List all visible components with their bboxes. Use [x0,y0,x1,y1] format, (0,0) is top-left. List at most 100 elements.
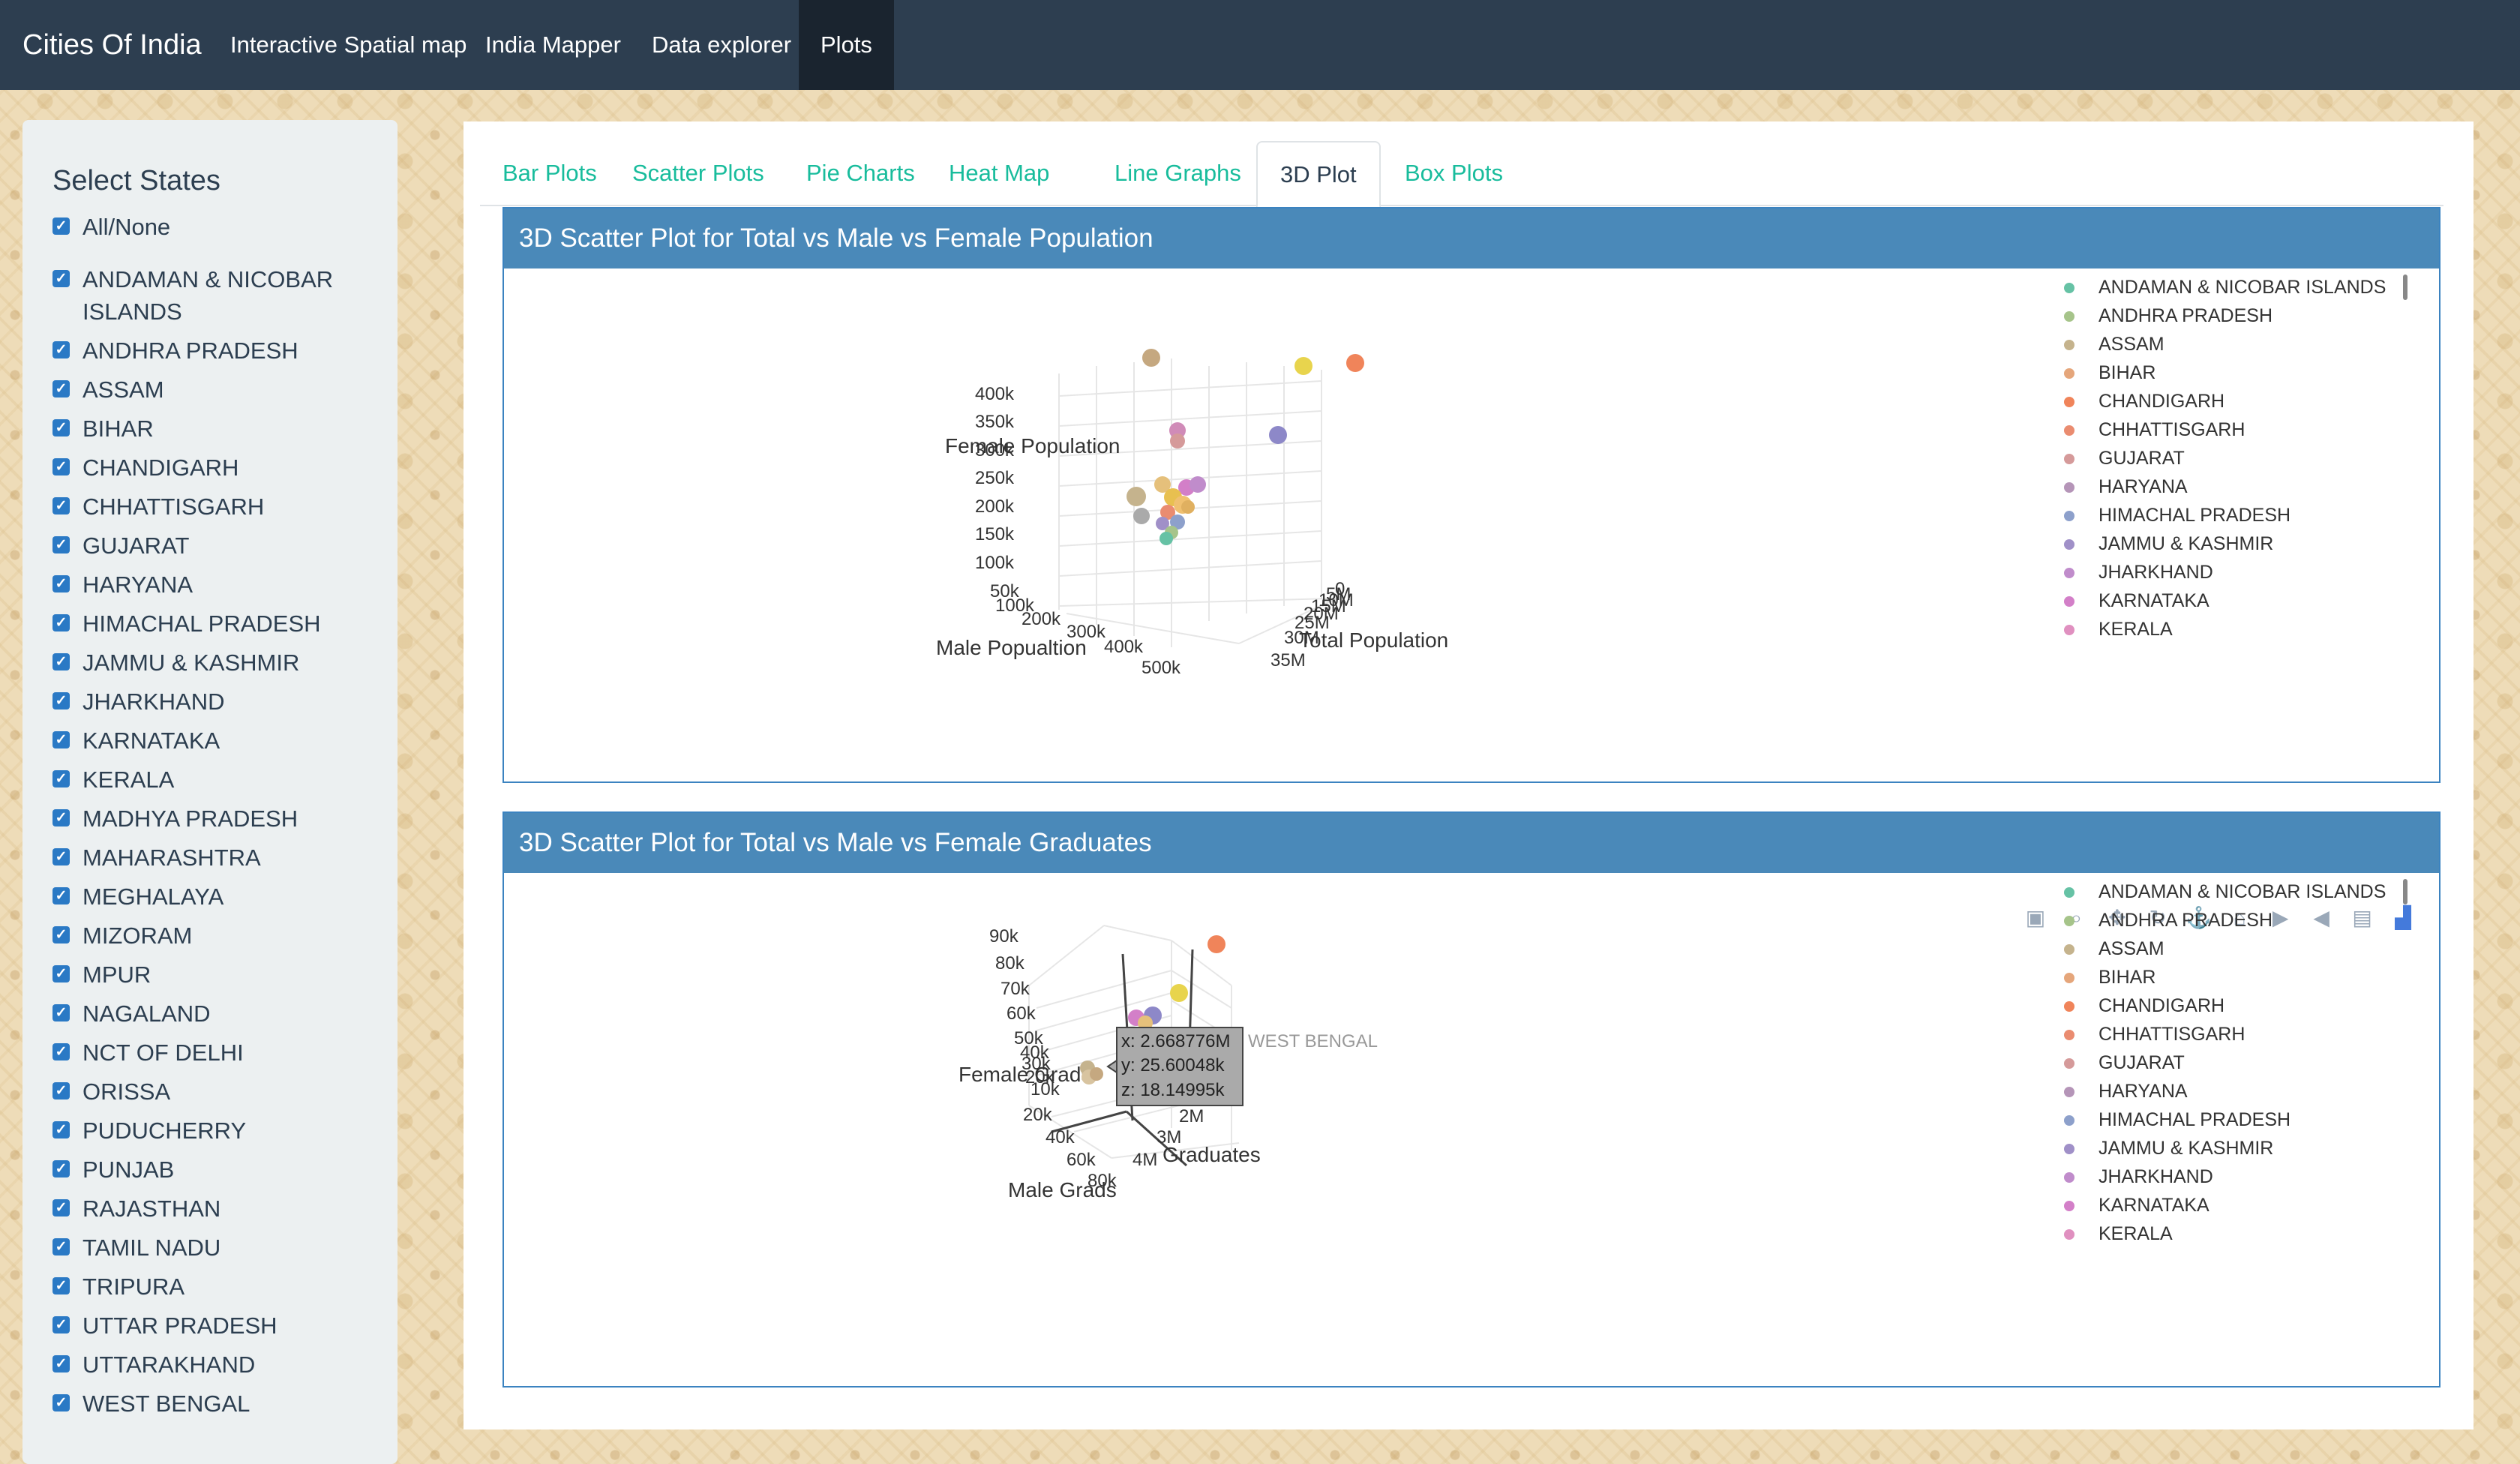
tab-pie-charts[interactable]: Pie Charts [784,141,938,205]
checkbox-state[interactable]: ✓ JHARKHAND [52,686,382,718]
checkmark-icon[interactable]: ✓ [52,1394,70,1412]
data-point[interactable] [1170,434,1185,448]
legend-item[interactable]: JHARKHAND [2064,1162,2213,1191]
tab-3d-plot[interactable]: 3D Plot [1256,141,1381,208]
data-point[interactable] [1160,532,1173,545]
legend-item[interactable]: JHARKHAND [2064,558,2213,586]
legend-item[interactable]: JAMMU & KASHMIR [2064,530,2273,558]
checkbox-state[interactable]: ✓ BIHAR [52,412,382,445]
tab-heat-map[interactable]: Heat Map [926,141,1072,205]
data-point[interactable] [1133,508,1150,524]
checkmark-icon[interactable]: ✓ [52,497,70,514]
checkbox-state[interactable]: ✓ ORISSA [52,1076,382,1108]
checkbox-state[interactable]: ✓ ANDHRA PRADESH [52,334,382,367]
legend-scrollbar[interactable] [2403,879,2408,904]
legend-item[interactable]: CHHATTISGARH [2064,416,2245,444]
checkmark-icon[interactable]: ✓ [52,575,70,592]
data-point[interactable] [1208,935,1226,953]
tab-scatter-plots[interactable]: Scatter Plots [610,141,787,205]
checkbox-state[interactable]: ✓ NCT OF DELHI [52,1036,382,1069]
checkmark-icon[interactable]: ✓ [52,770,70,788]
legend-item[interactable]: ASSAM [2064,934,2164,963]
checkmark-icon[interactable]: ✓ [52,1355,70,1372]
data-point[interactable] [1126,487,1146,506]
legend-item[interactable]: ANDHRA PRADESH [2064,302,2272,330]
checkbox-state[interactable]: ✓ HIMACHAL PRADESH [52,608,382,640]
legend-item[interactable]: ANDAMAN & NICOBAR ISLANDS [2064,878,2386,906]
tab-box-plots[interactable]: Box Plots [1382,141,1526,205]
checkbox-state[interactable]: ✓ ANDAMAN & NICOBAR ISLANDS [52,263,382,328]
legend-item[interactable]: ANDAMAN & NICOBAR ISLANDS [2064,273,2386,302]
checkbox-state[interactable]: ✓ PUDUCHERRY [52,1114,382,1147]
nav-data-explorer[interactable]: Data explorer [630,0,813,90]
checkbox-state[interactable]: ✓ MEGHALAYA [52,880,382,913]
checkbox-state[interactable]: ✓ MIZORAM [52,920,382,952]
checkbox-state[interactable]: ✓ HARYANA [52,568,382,601]
checkmark-icon[interactable]: ✓ [52,1082,70,1100]
checkbox-state[interactable]: ✓ JAMMU & KASHMIR [52,646,382,679]
checkbox-state[interactable]: ✓ TAMIL NADU [52,1232,382,1264]
legend-item[interactable]: HARYANA [2064,472,2188,501]
checkbox-state[interactable]: ✓ KARNATAKA [52,724,382,757]
legend-item[interactable]: ASSAM [2064,330,2164,358]
tab-bar-plots[interactable]: Bar Plots [480,141,620,205]
legend-item[interactable]: GUJARAT [2064,1048,2185,1077]
legend-item[interactable]: CHANDIGARH [2064,992,2224,1020]
checkmark-icon[interactable]: ✓ [52,848,70,866]
data-point[interactable] [1170,984,1188,1002]
checkmark-icon[interactable]: ✓ [52,1277,70,1294]
hover-closest-icon[interactable]: ◀ [2306,903,2336,933]
nav-interactive-spatial-map[interactable]: Interactive Spatial map [208,0,488,90]
checkmark-icon[interactable]: ✓ [52,1043,70,1060]
legend-item[interactable]: HIMACHAL PRADESH [2064,1106,2290,1134]
data-point[interactable] [1142,349,1160,367]
legend-item[interactable]: BIHAR [2064,358,2156,387]
checkmark-icon[interactable]: ✓ [52,270,70,287]
checkbox-state[interactable]: ✓ WEST BENGAL [52,1388,382,1420]
checkmark-icon[interactable]: ✓ [52,380,70,398]
legend-item[interactable]: CHHATTISGARH [2064,1020,2245,1048]
legend-item[interactable]: KERALA [2064,1220,2173,1248]
plotly-logo-icon[interactable]: ▟ [2388,903,2418,933]
legend-item[interactable]: KARNATAKA [2064,586,2210,615]
checkbox-state[interactable]: ✓ MADHYA PRADESH [52,802,382,835]
checkbox-state[interactable]: ✓ ASSAM [52,374,382,406]
checkmark-icon[interactable]: ✓ [52,614,70,632]
checkbox-state[interactable]: ✓ PUNJAB [52,1154,382,1186]
nav-india-mapper[interactable]: India Mapper [464,0,643,90]
legend-item[interactable]: KARNATAKA [2064,1191,2210,1220]
checkbox-state[interactable]: ✓ KERALA [52,764,382,796]
checkbox-state[interactable]: ✓ CHANDIGARH [52,452,382,484]
nav-plots[interactable]: Plots [799,0,894,90]
legend-item[interactable]: KERALA [2064,615,2173,644]
checkmark-icon[interactable]: ✓ [52,1316,70,1334]
hover-compare-icon[interactable]: ▤ [2348,903,2378,933]
data-point[interactable] [1181,500,1195,514]
checkmark-icon[interactable]: ✓ [52,1004,70,1022]
data-point[interactable] [1346,354,1364,372]
checkmark-icon[interactable]: ✓ [52,341,70,358]
checkmark-icon[interactable]: ✓ [52,1199,70,1216]
checkmark-icon[interactable]: ✓ [52,731,70,748]
checkmark-icon[interactable]: ✓ [52,1238,70,1256]
checkbox-state[interactable]: ✓ MPUR [52,958,382,991]
legend-item[interactable]: CHANDIGARH [2064,387,2224,416]
checkmark-icon[interactable]: ✓ [52,809,70,826]
checkmark-icon[interactable]: ✓ [52,692,70,710]
data-point[interactable] [1294,357,1312,375]
checkbox-state[interactable]: ✓ UTTAR PRADESH [52,1310,382,1342]
legend-item[interactable]: ANDHRA PRADESH [2064,906,2272,934]
legend-item[interactable]: BIHAR [2064,963,2156,992]
legend-item[interactable]: HIMACHAL PRADESH [2064,501,2290,530]
checkbox-all-none[interactable]: ✓ All/None [52,211,382,243]
tab-line-graphs[interactable]: Line Graphs [1092,141,1264,205]
checkmark-icon[interactable]: ✓ [52,218,70,235]
checkbox-state[interactable]: ✓ MAHARASHTRA [52,842,382,874]
checkmark-icon[interactable]: ✓ [52,1121,70,1138]
population-3d-scatter[interactable]: 400k 350k 300k 250k 200k 150k 100k 50k 1… [879,328,1854,718]
data-point[interactable] [1090,1067,1103,1081]
legend-item[interactable]: GUJARAT [2064,444,2185,472]
checkbox-state[interactable]: ✓ NAGALAND [52,998,382,1030]
checkbox-state[interactable]: ✓ UTTARAKHAND [52,1348,382,1381]
checkmark-icon[interactable]: ✓ [52,887,70,904]
